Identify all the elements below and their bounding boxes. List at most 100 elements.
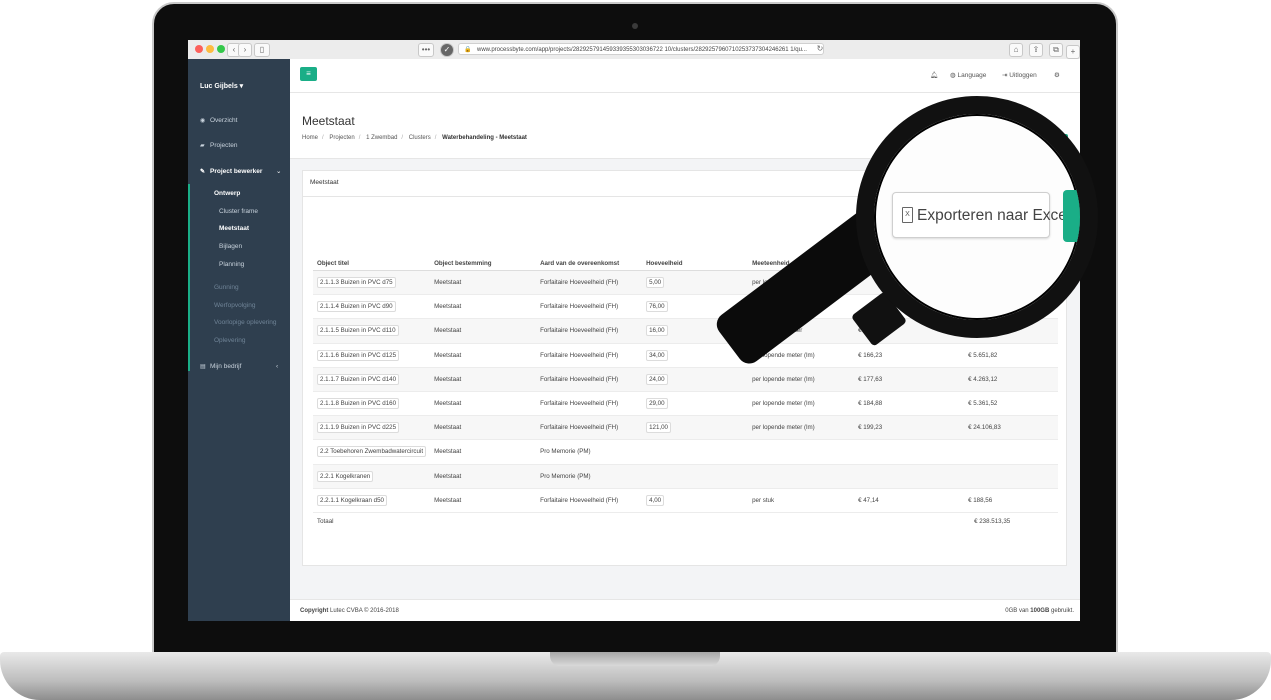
cell-total-text: € 5.361,52 xyxy=(968,400,998,408)
cell-price-text: € 177,63 xyxy=(858,375,883,383)
breadcrumb-clusters[interactable]: Clusters xyxy=(409,135,431,141)
sidebar-item-bijlagen[interactable]: Bijlagen xyxy=(219,243,242,250)
cell-destination-text: Meetstaat xyxy=(434,472,462,480)
cell-aard-text: Forfaitaire Hoeveelheid (FH) xyxy=(540,375,619,383)
table-row[interactable]: 2.1.1.8 Buizen in PVC d160 Meetstaat Forfa… xyxy=(313,391,1058,417)
close-window-dot[interactable] xyxy=(195,45,203,53)
panel-title: Meetstaat xyxy=(310,179,339,186)
browser-toolbar: ‹ › ▯ ••• ✓ 🔒 www.processbyte.com/app/pr… xyxy=(188,40,1080,60)
sidebar-item-gunning[interactable]: Gunning xyxy=(214,284,239,291)
table-row[interactable]: 2.1.1.9 Buizen in PVC d225 Meetstaat Forfa… xyxy=(313,415,1058,441)
cell-title-text: 2.1.1.6 Buizen in PVC d125 xyxy=(317,349,400,361)
forward-icon[interactable]: › xyxy=(238,43,252,57)
table-row[interactable]: 2.2 Toebehoren Zwembadwatercircuit Meetst… xyxy=(313,439,1058,465)
logout-link[interactable]: ⇥ Uitloggen xyxy=(1002,71,1037,79)
export-excel-button[interactable]: X Exporteren naar Excel xyxy=(892,192,1070,238)
privacy-icon[interactable]: ✓ xyxy=(440,43,454,57)
cell-destination: Meetstaat xyxy=(430,367,537,392)
language-menu[interactable]: ◍ Language xyxy=(950,71,986,79)
cell-destination: Meetstaat xyxy=(430,343,537,368)
more-icon[interactable]: ••• xyxy=(418,43,434,57)
sidebar-item-label: Project bewerker xyxy=(210,168,263,175)
cell-destination-text: Meetstaat xyxy=(434,327,462,335)
user-menu[interactable]: Luc Gijbels ▾ xyxy=(200,82,243,90)
new-tab-icon[interactable]: + xyxy=(1066,45,1080,59)
cell-quantity-text: 76,00 xyxy=(646,301,668,313)
table-row[interactable]: 2.1.1.7 Buizen in PVC d140 Meetstaat Forfa… xyxy=(313,367,1058,392)
breadcrumb-project[interactable]: 1 Zwembad xyxy=(366,135,397,141)
camera-icon xyxy=(632,23,638,29)
cell-aard: Forfaitaire Hoeveelheid (FH) xyxy=(536,318,643,344)
cell-price: € 166,23 xyxy=(854,343,965,368)
cell-unit xyxy=(748,439,855,465)
bell-icon[interactable]: 🔔︎ xyxy=(930,71,938,79)
cell-quantity xyxy=(642,464,749,489)
zoom-window-dot[interactable] xyxy=(217,45,225,53)
cell-destination-text: Meetstaat xyxy=(434,375,462,383)
sidebar-item-overzicht[interactable]: ◉ Overzicht xyxy=(188,112,290,130)
cell-title-text: 2.1.1.3 Buizen in PVC d75 xyxy=(317,277,396,289)
cell-aard: Pro Memorie (PM) xyxy=(536,464,643,489)
copyright-text: Lutec CVBA © 2016-2018 xyxy=(330,608,399,614)
cell-destination: Meetstaat xyxy=(430,391,537,417)
sidebar-item-voorlopige-oplevering[interactable]: Voorlopige oplevering xyxy=(214,319,277,326)
reload-icon[interactable]: ↻ xyxy=(814,43,826,55)
magnifier-lens: X Exporteren naar Excel xyxy=(856,96,1098,338)
cell-quantity-text: 4,00 xyxy=(646,494,665,506)
sidebar-section-ontwerp[interactable]: Ontwerp xyxy=(214,190,240,197)
breadcrumb-home[interactable]: Home xyxy=(302,135,318,141)
table-row[interactable]: 2.2.1.1 Kogelkraan d50 Meetstaat Forfaitai… xyxy=(313,488,1058,513)
cell-title: 2.1.1.6 Buizen in PVC d125 xyxy=(313,343,431,368)
sidebar-item-project-bewerker[interactable]: ✎ Project bewerker ⌄ xyxy=(188,163,290,181)
lock-icon: 🔒 xyxy=(464,47,472,53)
cell-quantity-text: 121,00 xyxy=(646,422,672,434)
sidebar-item-meetstaat[interactable]: Meetstaat xyxy=(219,225,249,232)
cell-unit xyxy=(748,464,855,489)
col-object-titel[interactable]: Object titel xyxy=(313,257,431,271)
sidebar-toggle-icon[interactable]: ▯ xyxy=(254,43,270,57)
cell-destination-text: Meetstaat xyxy=(434,496,462,504)
sidebar-item-projecten[interactable]: ▰ Projecten xyxy=(188,137,290,155)
table-row[interactable]: 2.1.1.6 Buizen in PVC d125 Meetstaat Forfa… xyxy=(313,343,1058,368)
sidebar-item-werfopvolging[interactable]: Werfopvolging xyxy=(214,302,255,309)
breadcrumb-current: Waterbehandeling - Meetstaat xyxy=(442,135,527,141)
table-row[interactable]: 2.2.1 Kogelkranen Meetstaat Pro Memorie (P… xyxy=(313,464,1058,489)
cell-unit-text: per lopende meter (lm) xyxy=(752,400,815,408)
cell-quantity: 4,00 xyxy=(642,488,749,513)
menu-toggle-button[interactable]: ≡ xyxy=(300,67,317,81)
sidebar-item-planning[interactable]: Planning xyxy=(219,261,244,268)
dashboard-icon: ◉ xyxy=(200,118,206,124)
cell-aard: Forfaitaire Hoeveelheid (FH) xyxy=(536,391,643,417)
cell-unit-text: per lopende meter (lm) xyxy=(752,424,815,432)
cell-aard: Forfaitaire Hoeveelheid (FH) xyxy=(536,294,643,320)
col-object-bestemming[interactable]: Object bestemming xyxy=(430,257,537,271)
cell-aard: Forfaitaire Hoeveelheid (FH) xyxy=(536,488,643,513)
address-bar[interactable]: 🔒 www.processbyte.com/app/projects/28292… xyxy=(458,43,824,55)
sidebar-item-oplevering[interactable]: Oplevering xyxy=(214,337,245,344)
share-icon[interactable]: ⇪ xyxy=(1029,43,1043,57)
breadcrumb-projecten[interactable]: Projecten xyxy=(329,135,354,141)
building-icon: ▤ xyxy=(200,364,206,370)
minimize-window-dot[interactable] xyxy=(206,45,214,53)
cell-destination-text: Meetstaat xyxy=(434,351,462,359)
cell-destination: Meetstaat xyxy=(430,439,537,465)
col-aard[interactable]: Aard van de overeenkomst xyxy=(536,257,643,271)
cell-total: € 4.263,12 xyxy=(964,367,1058,392)
usage-pre: 0GB van xyxy=(1005,608,1029,614)
logout-icon: ⇥ xyxy=(1002,72,1008,79)
sidebar-item-mijn-bedrijf[interactable]: ▤ Mijn bedrijf ‹ xyxy=(188,358,290,376)
cell-title: 2.2.1.1 Kogelkraan d50 xyxy=(313,488,431,513)
copyright-label: Copyright xyxy=(300,608,329,614)
settings-icon[interactable]: ⚙︎ xyxy=(1054,71,1060,79)
cell-aard-text: Pro Memorie (PM) xyxy=(540,472,591,480)
tabs-icon[interactable]: ⧉ xyxy=(1049,43,1063,57)
cell-title: 2.1.1.9 Buizen in PVC d225 xyxy=(313,415,431,441)
cell-unit: per lopende meter (lm) xyxy=(748,415,855,441)
cell-aard: Forfaitaire Hoeveelheid (FH) xyxy=(536,367,643,392)
home-icon[interactable]: ⌂ xyxy=(1009,43,1023,57)
sidebar-item-cluster-frame[interactable]: Cluster frame xyxy=(219,208,258,215)
total-label: Totaal xyxy=(317,518,334,526)
green-action-button[interactable] xyxy=(1063,190,1080,242)
cell-quantity: 5,00 xyxy=(642,270,749,296)
col-hoeveelheid[interactable]: Hoeveelheid xyxy=(642,257,749,271)
